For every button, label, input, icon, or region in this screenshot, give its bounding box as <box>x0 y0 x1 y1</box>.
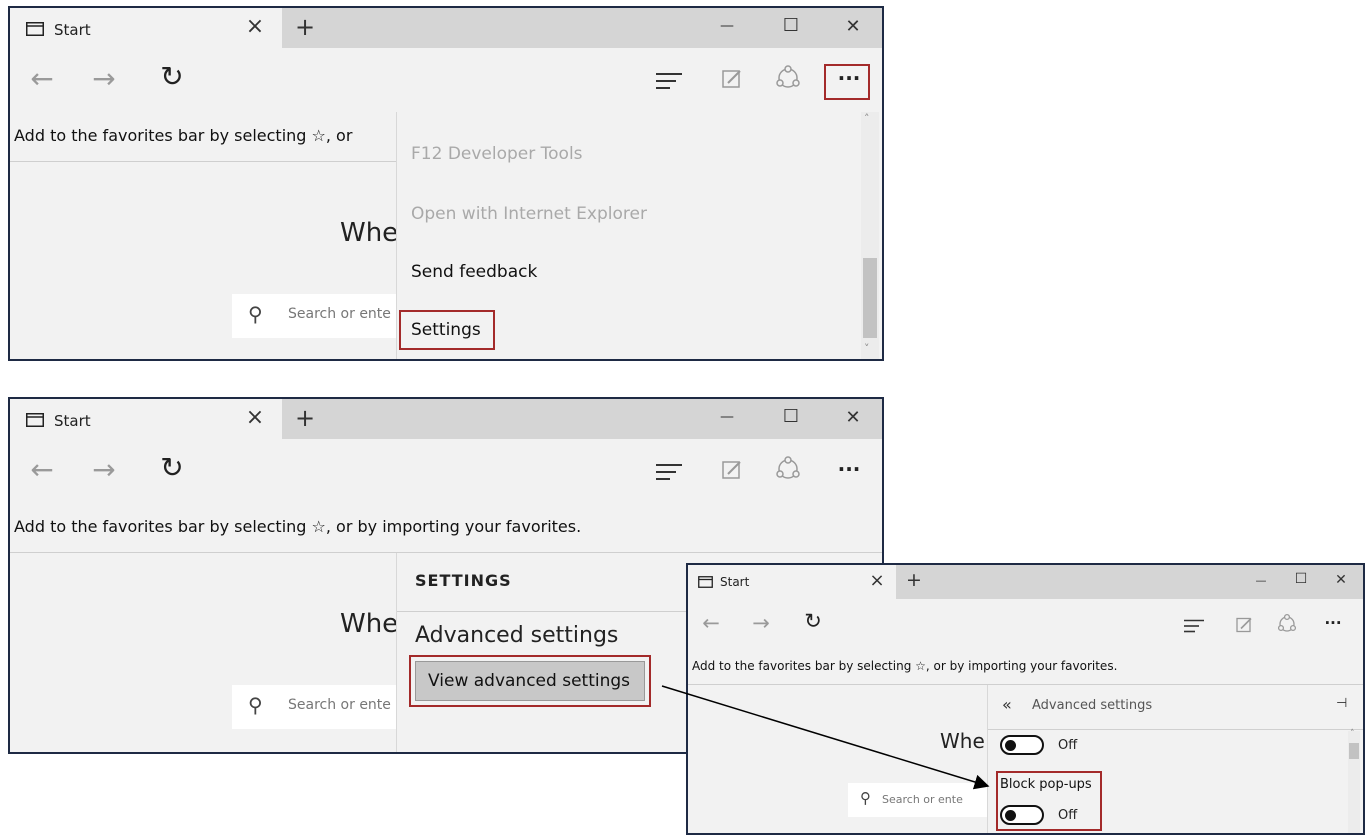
tutorial-stage: Start × + — ☐ ✕ ← → ↻ ··· Add to the fav… <box>0 0 1369 838</box>
callout-arrow <box>661 685 990 790</box>
